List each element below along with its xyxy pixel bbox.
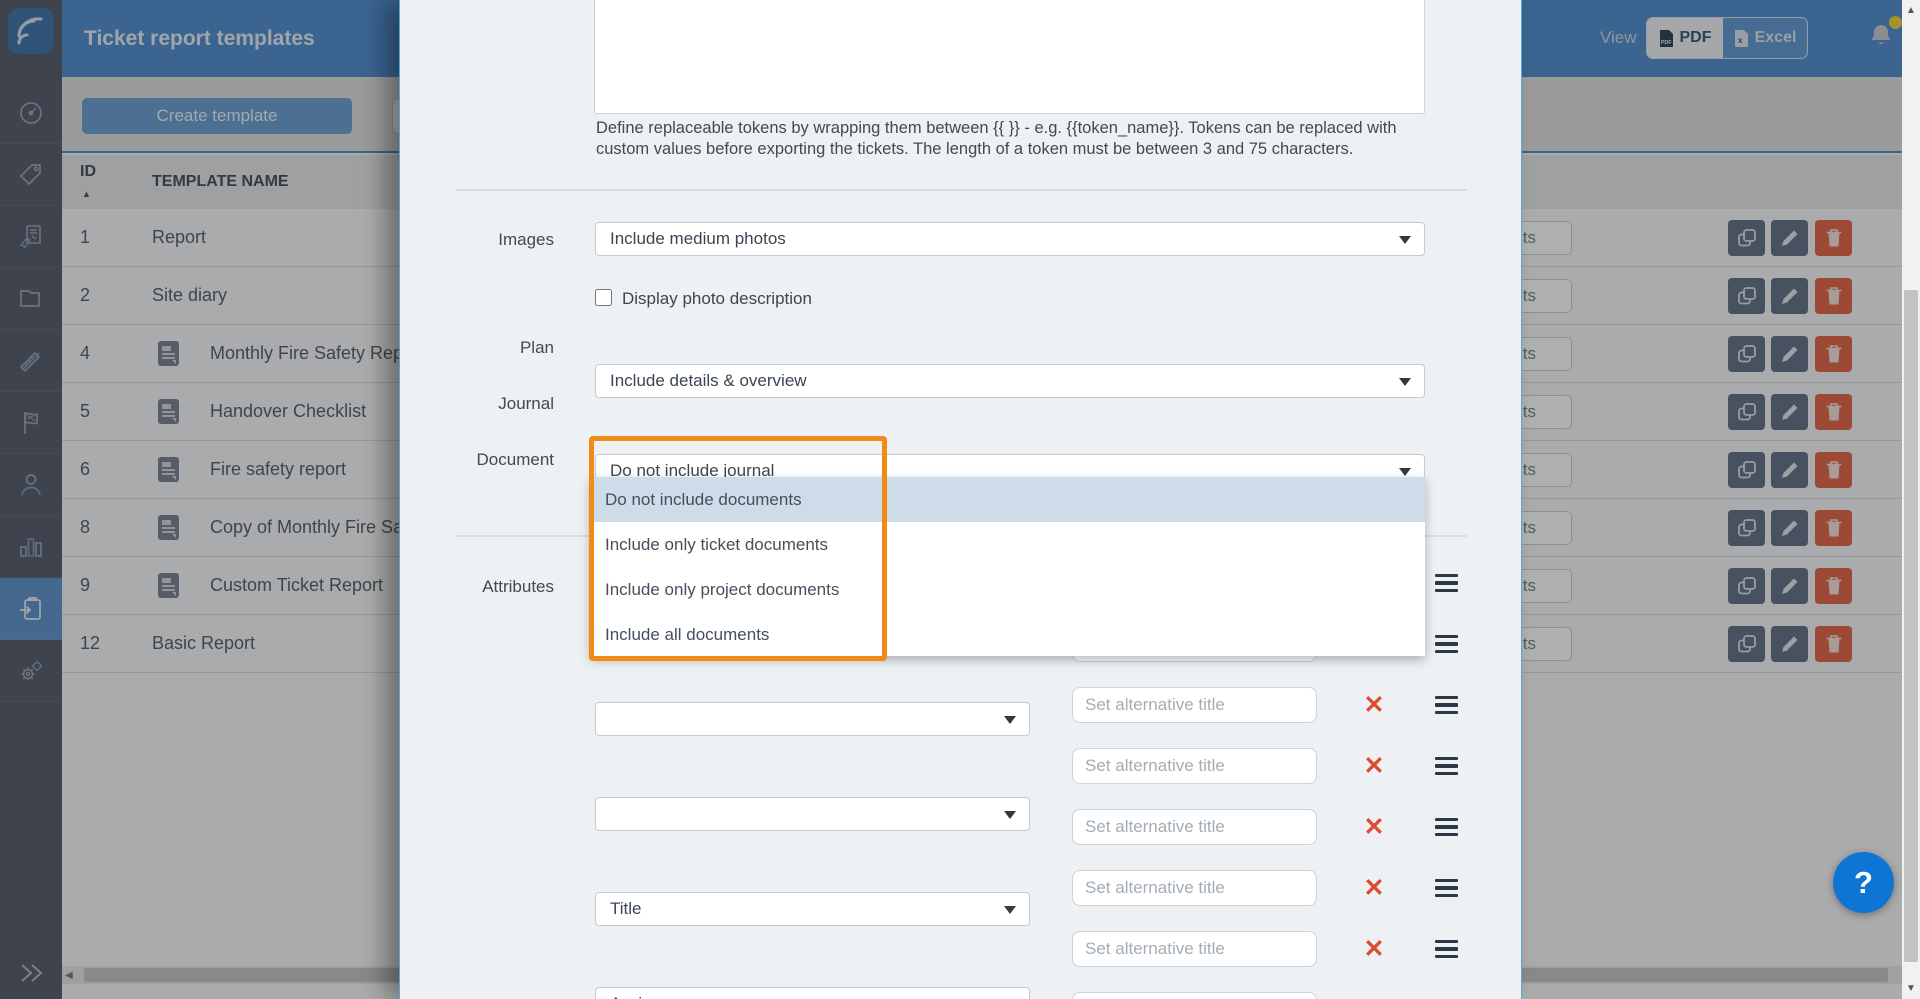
chevron-down-icon	[1004, 906, 1016, 914]
remove-attribute-button[interactable]: ✕	[1357, 871, 1391, 905]
plan-select[interactable]: Include details & overview	[595, 364, 1425, 398]
drag-handle-icon[interactable]	[1435, 937, 1458, 961]
drag-handle-icon[interactable]	[1435, 815, 1458, 839]
attribute-select[interactable]	[595, 702, 1030, 736]
display-photo-description-label: Display photo description	[622, 289, 812, 309]
chevron-down-icon	[1004, 716, 1016, 724]
remove-attribute-button[interactable]: ✕	[1357, 749, 1391, 783]
app-root: Ticket report templates View PDF PDF x E…	[0, 0, 1920, 999]
scroll-up-icon[interactable]: ▲	[1906, 5, 1916, 16]
drag-handle-icon[interactable]	[1435, 632, 1458, 656]
remove-attribute-button[interactable]: ✕	[1357, 810, 1391, 844]
journal-label: Journal	[400, 394, 554, 414]
dropdown-option[interactable]: Include only ticket documents	[590, 522, 1425, 567]
alternative-title-input[interactable]	[1072, 870, 1317, 906]
alternative-title-input[interactable]	[1072, 748, 1317, 784]
attributes-label: Attributes	[400, 577, 554, 597]
drag-handle-icon[interactable]	[1435, 571, 1458, 595]
drag-handle-icon[interactable]	[1435, 754, 1458, 778]
scroll-down-icon[interactable]: ▼	[1906, 983, 1916, 994]
alternative-title-input[interactable]	[1072, 931, 1317, 967]
remove-attribute-button[interactable]: ✕	[1357, 688, 1391, 722]
attribute-select-title[interactable]: Title	[595, 892, 1030, 926]
plan-label: Plan	[400, 338, 554, 358]
help-button[interactable]: ?	[1833, 852, 1894, 913]
drag-handle-icon[interactable]	[1435, 693, 1458, 717]
remove-attribute-button[interactable]: ✕	[1357, 932, 1391, 966]
vertical-scrollbar-thumb[interactable]	[1904, 290, 1918, 962]
dropdown-option[interactable]: Include all documents	[590, 612, 1425, 657]
alternative-title-input[interactable]	[1072, 687, 1317, 723]
dropdown-option-selected[interactable]: Do not include documents	[590, 477, 1425, 522]
plan-select-value: Include details & overview	[610, 371, 807, 391]
chevron-down-icon	[1399, 468, 1411, 476]
attribute-select-assignee[interactable]: Assignee	[595, 987, 1030, 999]
attribute-select[interactable]	[595, 797, 1030, 831]
chevron-down-icon	[1399, 236, 1411, 244]
alternative-title-input[interactable]	[1072, 992, 1317, 999]
alternative-title-input[interactable]	[1072, 809, 1317, 845]
dropdown-option[interactable]: Include only project documents	[590, 567, 1425, 612]
tokens-textarea[interactable]	[594, 0, 1425, 114]
display-photo-description-checkbox[interactable]	[595, 289, 612, 306]
images-select-value: Include medium photos	[610, 229, 786, 249]
images-label: Images	[400, 230, 554, 250]
template-editor-modal: Define replaceable tokens by wrapping th…	[399, 0, 1522, 999]
section-divider	[456, 189, 1467, 191]
document-dropdown-menu: Do not include documents Include only ti…	[590, 477, 1425, 656]
document-label: Document	[400, 450, 554, 470]
chevron-down-icon	[1399, 378, 1411, 386]
token-help-text: Define replaceable tokens by wrapping th…	[596, 118, 1428, 160]
vertical-scrollbar[interactable]: ▲ ▼	[1902, 0, 1920, 999]
drag-handle-icon[interactable]	[1435, 876, 1458, 900]
chevron-down-icon	[1004, 811, 1016, 819]
images-select[interactable]: Include medium photos	[595, 222, 1425, 256]
